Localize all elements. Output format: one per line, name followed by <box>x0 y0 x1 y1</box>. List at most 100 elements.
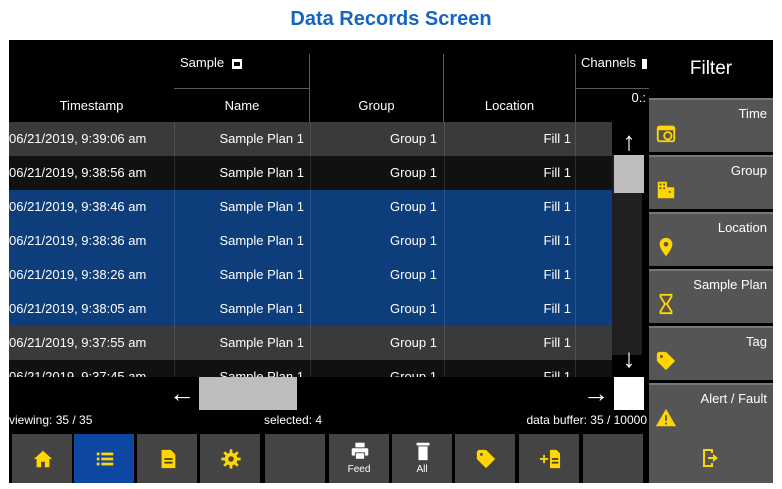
toolbar-button-sublabel: All <box>416 464 428 475</box>
status-bar: viewing: 35 / 35 selected: 4 data buffer… <box>9 410 649 430</box>
filter-button-label: Time <box>738 106 767 121</box>
toolbar-button-icon <box>539 448 561 470</box>
table-row[interactable]: 06/21/2019, 9:38:26 am Sample Plan 1 Group… <box>9 258 612 292</box>
data-records-screen: Sample Channels Timestamp Name Group Loc… <box>9 40 773 483</box>
add-document-icon <box>539 449 561 469</box>
tag-icon <box>476 449 496 469</box>
toolbar-print-feed-button[interactable]: Feed <box>329 434 389 483</box>
column-divider <box>174 122 175 156</box>
column-divider <box>310 156 311 190</box>
warning-icon <box>655 408 677 427</box>
filter-time-button[interactable]: Time <box>649 98 773 152</box>
filter-button-label: Alert / Fault <box>700 391 767 406</box>
exit-icon <box>703 449 718 467</box>
toolbar-blank2-button[interactable] <box>583 434 643 483</box>
filter-location-button[interactable]: Location <box>649 212 773 266</box>
channels-group-header[interactable]: Channels <box>575 48 649 78</box>
col-header-name[interactable]: Name <box>174 90 310 122</box>
location-pin-icon <box>659 237 673 257</box>
cell-timestamp: 06/21/2019, 9:38:56 am <box>9 165 147 180</box>
viewing-count: viewing: 35 / 35 <box>9 413 93 427</box>
cell-name: Sample Plan 1 <box>219 233 304 248</box>
cell-name: Sample Plan 1 <box>219 267 304 282</box>
printer-icon <box>351 442 369 460</box>
cell-location: Fill 1 <box>543 131 571 146</box>
filter-button-icon <box>655 179 677 201</box>
toolbar-home-button[interactable] <box>12 434 72 483</box>
cell-group: Group 1 <box>390 233 437 248</box>
sample-group-header[interactable]: Sample <box>174 48 242 78</box>
scroll-up-arrow-icon[interactable]: ↑ <box>615 128 643 154</box>
scroll-right-arrow-icon[interactable]: → <box>583 380 609 406</box>
cell-group: Group 1 <box>390 301 437 316</box>
horizontal-scrollbar[interactable] <box>9 377 649 410</box>
gear-icon <box>221 449 241 469</box>
toolbar-button-icon <box>349 440 371 462</box>
filter-alert-fault-button[interactable]: Alert / Fault <box>649 383 773 437</box>
column-divider <box>575 258 576 292</box>
header-divider <box>174 88 310 89</box>
column-divider <box>444 258 445 292</box>
horizontal-scroll-thumb[interactable] <box>199 377 297 410</box>
scroll-down-arrow-icon[interactable]: ↓ <box>615 345 643 371</box>
cell-timestamp: 06/21/2019, 9:38:36 am <box>9 233 147 248</box>
col-header-timestamp[interactable]: Timestamp <box>9 90 174 122</box>
toolbar-report-button[interactable] <box>137 434 197 483</box>
table-row[interactable]: 06/21/2019, 9:39:06 am Sample Plan 1 Group… <box>9 122 612 156</box>
filter-group-button[interactable]: Group <box>649 155 773 209</box>
table-row[interactable]: 06/21/2019, 9:38:05 am Sample Plan 1 Group… <box>9 292 612 326</box>
column-divider <box>444 190 445 224</box>
cell-group: Group 1 <box>390 165 437 180</box>
column-divider <box>174 292 175 326</box>
col-header-channel-value[interactable]: 0.: <box>576 82 646 114</box>
filter-title: Filter <box>689 58 733 79</box>
channels-group-label: Channels <box>581 55 636 70</box>
cell-group: Group 1 <box>390 267 437 282</box>
vertical-scroll-thumb[interactable] <box>614 155 644 193</box>
toolbar-button-icon <box>475 448 497 470</box>
toolbar-blank-button[interactable] <box>265 434 325 483</box>
toolbar-add-document-button[interactable] <box>519 434 579 483</box>
column-divider <box>575 156 576 190</box>
cell-timestamp: 06/21/2019, 9:38:26 am <box>9 267 147 282</box>
cell-timestamp: 06/21/2019, 9:38:46 am <box>9 199 147 214</box>
table-row[interactable]: 06/21/2019, 9:38:56 am Sample Plan 1 Group… <box>9 156 612 190</box>
column-divider <box>575 190 576 224</box>
col-header-group[interactable]: Group <box>310 90 443 122</box>
filter-button-icon <box>655 122 677 144</box>
column-divider <box>310 224 311 258</box>
table-row[interactable]: 06/21/2019, 9:38:46 am Sample Plan 1 Group… <box>9 190 612 224</box>
cell-location: Fill 1 <box>543 335 571 350</box>
toolbar-settings-button[interactable] <box>200 434 260 483</box>
cell-location: Fill 1 <box>543 301 571 316</box>
filter-button-icon <box>655 350 677 372</box>
column-divider <box>174 190 175 224</box>
calendar-icon <box>656 125 676 143</box>
col-header-location[interactable]: Location <box>444 90 575 122</box>
table-row[interactable]: 06/21/2019, 9:38:36 am Sample Plan 1 Group… <box>9 224 612 258</box>
filter-button-label: Group <box>730 163 767 178</box>
toolbar-button-sublabel: Feed <box>347 464 371 475</box>
toolbar-list-button[interactable] <box>74 434 134 483</box>
cell-name: Sample Plan 1 <box>219 335 304 350</box>
column-divider <box>310 326 311 360</box>
table-row[interactable]: 06/21/2019, 9:37:55 am Sample Plan 1 Group… <box>9 326 612 360</box>
cell-timestamp: 06/21/2019, 9:39:06 am <box>9 131 147 146</box>
column-divider <box>310 258 311 292</box>
filter-sample-plan-button[interactable]: Sample Plan <box>649 269 773 323</box>
cell-location: Fill 1 <box>543 199 571 214</box>
toolbar-tag-button[interactable] <box>455 434 515 483</box>
building-icon <box>657 181 675 199</box>
column-divider <box>575 122 576 156</box>
bottom-toolbar: Feed All <box>9 430 649 483</box>
cell-name: Sample Plan 1 <box>219 131 304 146</box>
filter-button-label: Sample Plan <box>693 277 767 292</box>
hourglass-icon <box>659 293 673 315</box>
filter-tag-button[interactable]: Tag <box>649 326 773 380</box>
document-icon <box>161 449 176 469</box>
column-divider <box>174 224 175 258</box>
toolbar-delete-all-button[interactable]: All <box>392 434 452 483</box>
scroll-left-arrow-icon[interactable]: ← <box>169 380 195 406</box>
exit-button[interactable] <box>649 433 773 483</box>
table-header: Sample Channels Timestamp Name Group Loc… <box>9 40 649 122</box>
